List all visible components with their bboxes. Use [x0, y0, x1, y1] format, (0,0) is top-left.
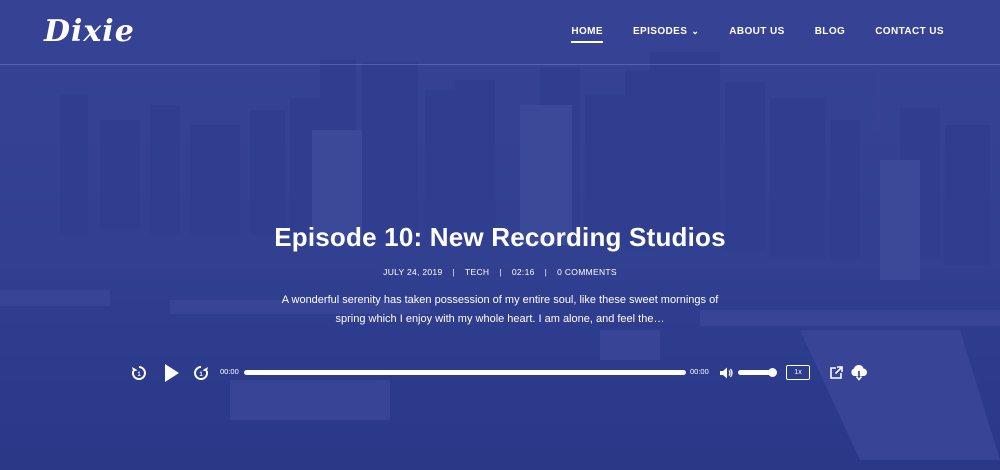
total-time: 00:00: [690, 367, 709, 376]
episode-date: JULY 24, 2019: [383, 267, 443, 277]
nav-item-label: CONTACT US: [875, 26, 944, 37]
episode-hero: Episode 10: New Recording Studios JULY 2…: [0, 222, 1000, 329]
episode-excerpt: A wonderful serenity has taken possessio…: [281, 294, 719, 325]
episode-comments[interactable]: 0 COMMENTS: [557, 267, 617, 277]
meta-separator: |: [499, 267, 502, 277]
forward-icon[interactable]: 1: [190, 362, 212, 384]
meta-separator: |: [452, 267, 456, 277]
share-icon[interactable]: [828, 362, 844, 384]
nav-item-contact-us[interactable]: CONTACT US: [875, 26, 944, 37]
meta-separator: |: [544, 267, 548, 277]
progress-bar[interactable]: [244, 370, 686, 375]
svg-text:1: 1: [199, 372, 203, 378]
nav-item-episodes[interactable]: EPISODES ⌄: [633, 26, 699, 37]
audio-player: 1 1 00:00 00:00 1x: [128, 362, 872, 384]
rewind-icon[interactable]: 1: [128, 362, 150, 384]
volume-slider-handle[interactable]: [768, 368, 777, 377]
site-logo[interactable]: Dixie: [44, 14, 135, 49]
episode-duration: 02:16: [511, 267, 535, 277]
episode-category[interactable]: TECH: [465, 267, 489, 277]
site-header: Dixie HOME EPISODES ⌄ ABOUT US BLOG CONT…: [0, 0, 1000, 65]
volume-icon[interactable]: [718, 362, 734, 384]
nav-item-about-us[interactable]: ABOUT US: [729, 26, 784, 37]
nav-item-label: ABOUT US: [729, 26, 785, 37]
episode-meta: JULY 24, 2019 | TECH | 02:16 | 0 COMMENT…: [0, 267, 1000, 277]
playback-speed-button[interactable]: 1x: [786, 365, 810, 380]
nav-item-label: EPISODES: [632, 26, 688, 37]
chevron-down-icon: ⌄: [691, 26, 700, 36]
nav-item-blog[interactable]: BLOG: [815, 26, 846, 37]
nav-item-label: HOME: [571, 26, 603, 37]
play-icon[interactable]: [160, 362, 182, 384]
svg-text:1: 1: [137, 372, 141, 378]
nav-item-home[interactable]: HOME: [571, 26, 603, 43]
main-nav: HOME EPISODES ⌄ ABOUT US BLOG CONTACT US: [571, 26, 944, 43]
current-time: 00:00: [220, 367, 239, 376]
episode-title[interactable]: Episode 10: New Recording Studios: [0, 222, 1000, 253]
volume-slider[interactable]: [738, 368, 777, 377]
nav-item-label: BLOG: [814, 26, 846, 37]
download-icon[interactable]: [848, 362, 870, 384]
